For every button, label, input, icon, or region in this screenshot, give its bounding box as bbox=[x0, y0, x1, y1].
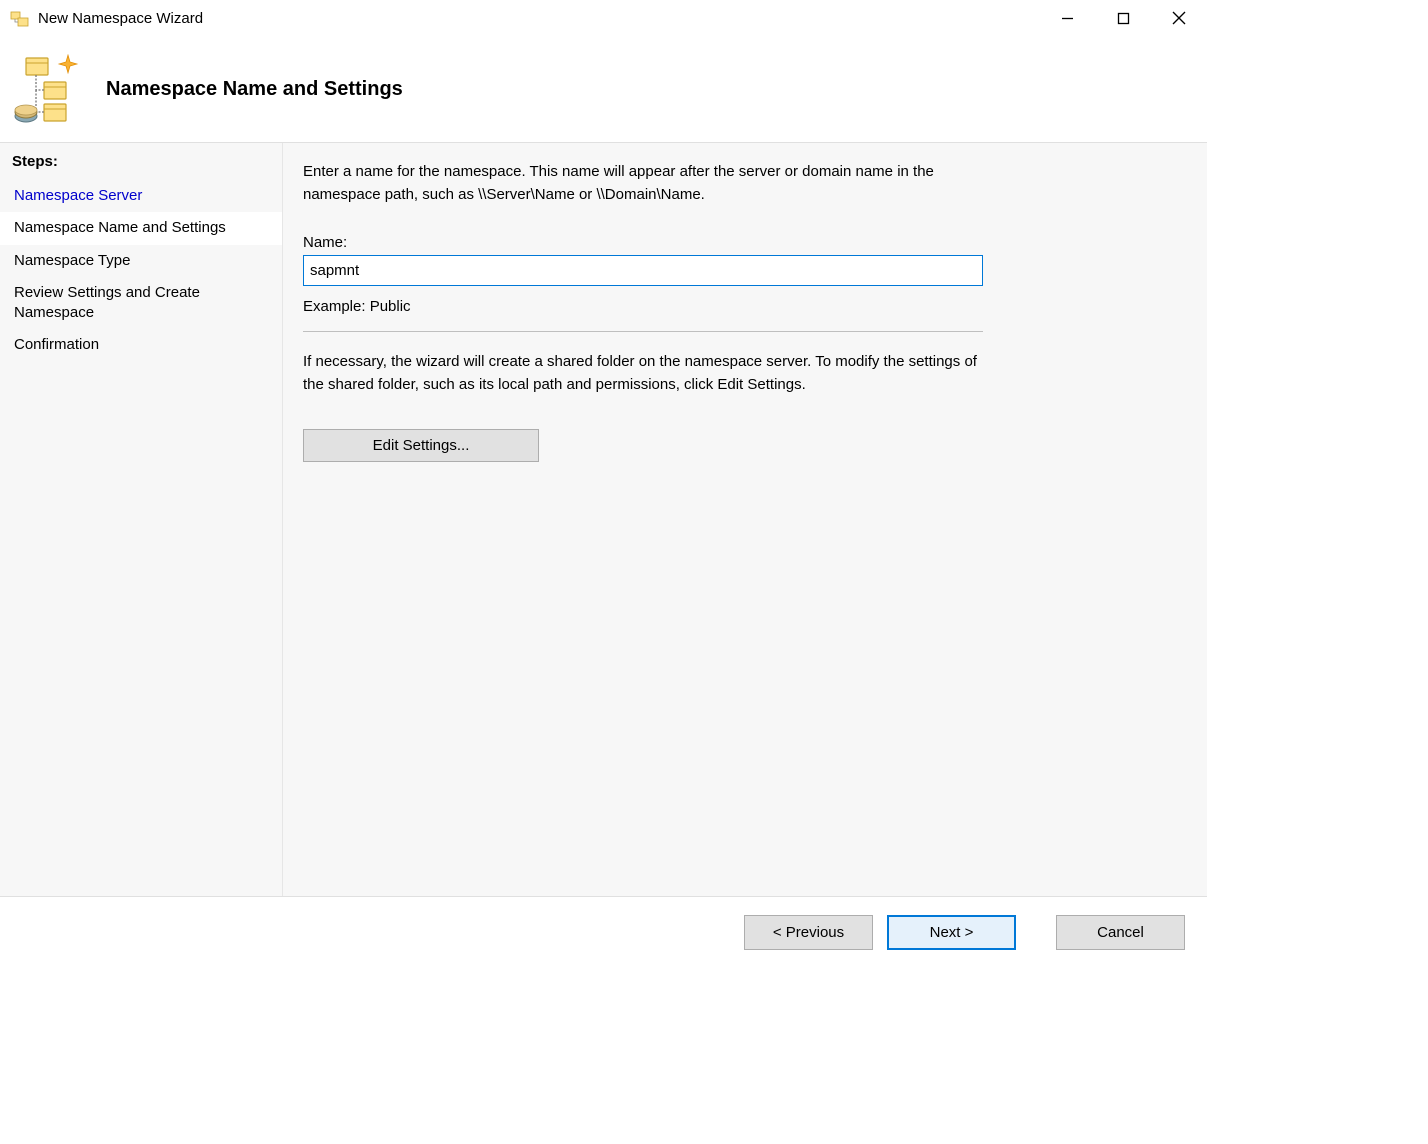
titlebar: New Namespace Wizard bbox=[0, 0, 1207, 36]
name-label: Name: bbox=[303, 234, 1185, 251]
wizard-window: New Namespace Wizard bbox=[0, 0, 1207, 968]
window-controls bbox=[1039, 0, 1207, 36]
steps-heading: Steps: bbox=[12, 153, 270, 170]
footer: < Previous Next > Cancel bbox=[0, 897, 1207, 968]
close-icon bbox=[1172, 11, 1186, 25]
window-title: New Namespace Wizard bbox=[38, 10, 203, 27]
wizard-header-icon bbox=[14, 54, 84, 124]
close-button[interactable] bbox=[1151, 0, 1207, 36]
cancel-button[interactable]: Cancel bbox=[1056, 915, 1185, 950]
step-namespace-server[interactable]: Namespace Server bbox=[12, 180, 270, 212]
step-review-create[interactable]: Review Settings and Create Namespace bbox=[12, 277, 270, 330]
secondary-text: If necessary, the wizard will create a s… bbox=[303, 350, 983, 397]
wizard-body: Steps: Namespace Server Namespace Name a… bbox=[0, 143, 1207, 897]
steps-panel: Steps: Namespace Server Namespace Name a… bbox=[0, 143, 283, 896]
example-text: Example: Public bbox=[303, 298, 1185, 315]
page-title: Namespace Name and Settings bbox=[106, 78, 403, 101]
step-namespace-name-settings[interactable]: Namespace Name and Settings bbox=[0, 212, 282, 244]
namespace-folder-icon bbox=[10, 8, 30, 28]
maximize-icon bbox=[1117, 12, 1130, 25]
name-input[interactable] bbox=[303, 255, 983, 286]
titlebar-left: New Namespace Wizard bbox=[10, 8, 203, 28]
previous-button[interactable]: < Previous bbox=[744, 915, 873, 950]
content-panel: Enter a name for the namespace. This nam… bbox=[283, 143, 1207, 896]
page-header: Namespace Name and Settings bbox=[0, 36, 1207, 143]
maximize-button[interactable] bbox=[1095, 0, 1151, 36]
edit-settings-button[interactable]: Edit Settings... bbox=[303, 429, 539, 462]
step-confirmation[interactable]: Confirmation bbox=[12, 329, 270, 361]
minimize-icon bbox=[1061, 12, 1074, 25]
step-namespace-type[interactable]: Namespace Type bbox=[12, 245, 270, 277]
next-button[interactable]: Next > bbox=[887, 915, 1016, 950]
divider bbox=[303, 331, 983, 332]
minimize-button[interactable] bbox=[1039, 0, 1095, 36]
intro-text: Enter a name for the namespace. This nam… bbox=[303, 161, 983, 206]
